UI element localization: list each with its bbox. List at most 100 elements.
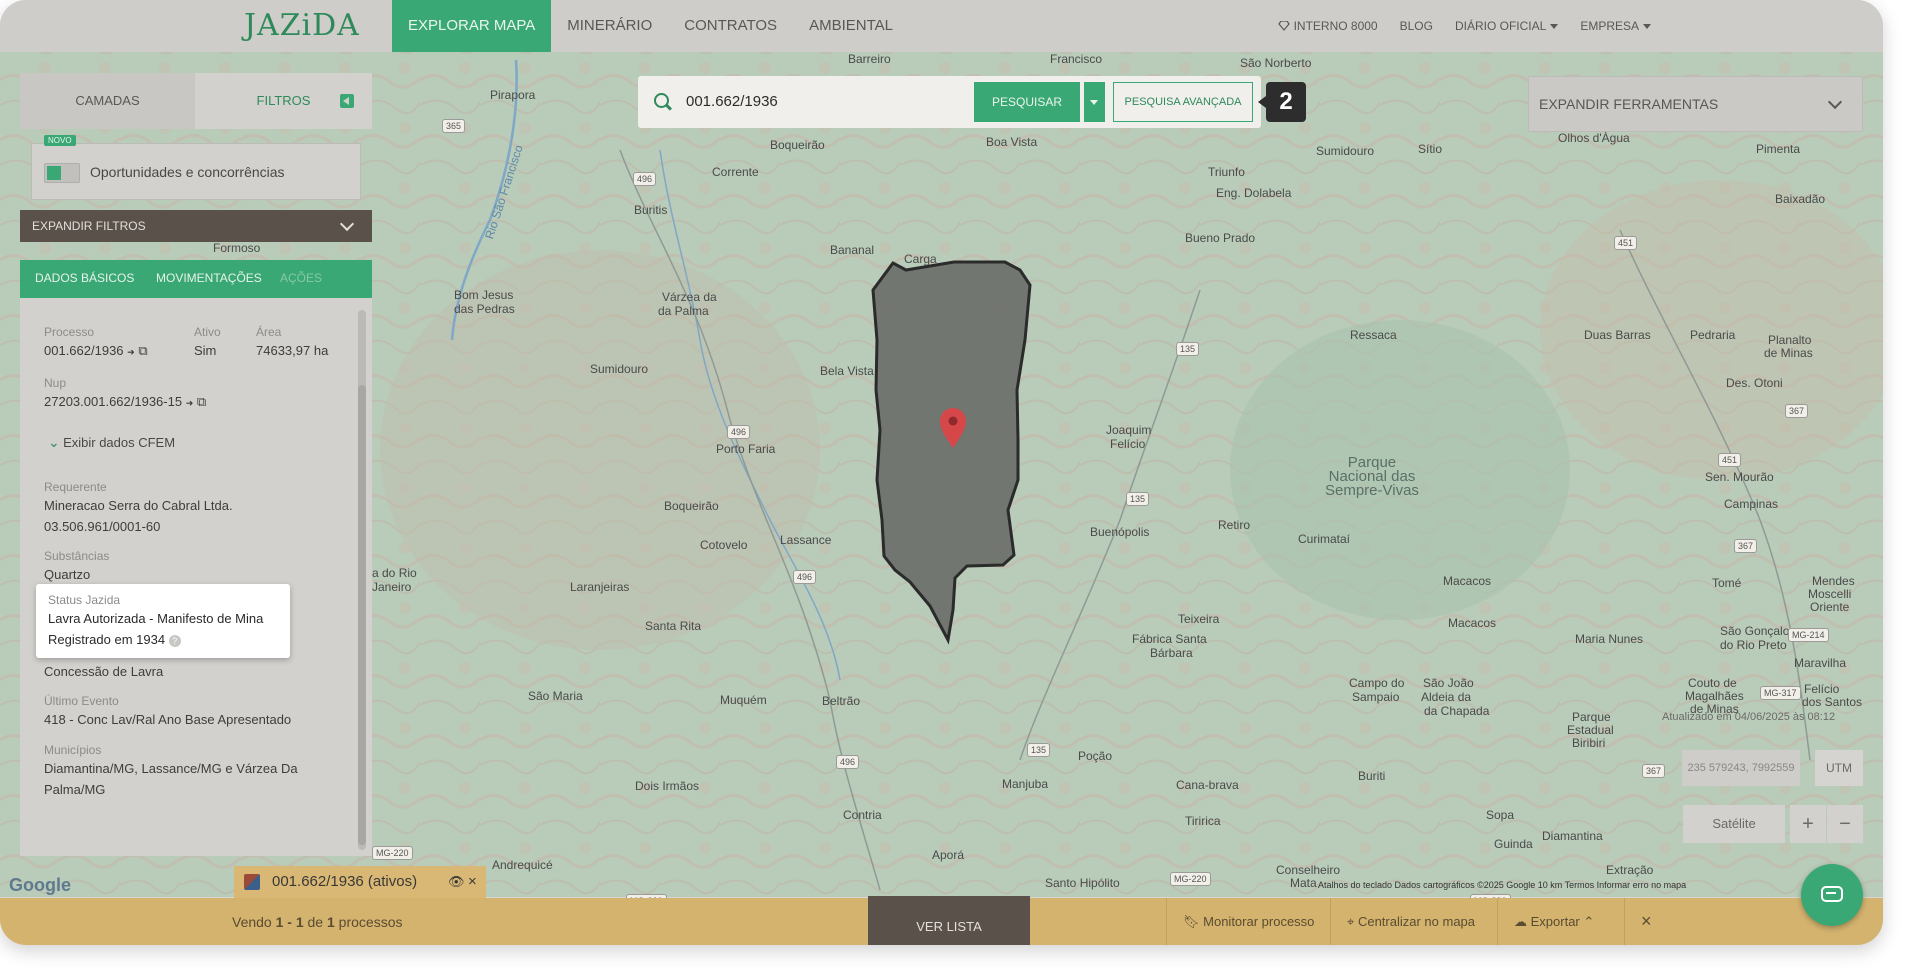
external-link-icon[interactable]: ➜	[127, 347, 135, 357]
chat-button[interactable]	[1801, 864, 1863, 926]
map-place-label: Macacos	[1448, 616, 1497, 630]
road-shield: 135	[1126, 492, 1150, 506]
map-place-label: Mendes	[1812, 574, 1855, 588]
process-details: Processo 001.662/1936 ➜ ⧉ Ativo Sim Área…	[20, 298, 372, 856]
map-attribution: Atalhos do teclado Dados cartográficos ©…	[1318, 880, 1687, 890]
map-place-label: Parque	[1572, 710, 1611, 724]
map-place-label: das Pedras	[454, 302, 515, 316]
map-place-label: Corrente	[712, 165, 759, 179]
road-shield: 135	[1176, 342, 1200, 356]
road-shield: 135	[1027, 743, 1051, 757]
monitor-process-button[interactable]: 🔖︎ Monitorar processo	[1166, 898, 1330, 945]
nav-blog[interactable]: BLOG	[1400, 19, 1433, 33]
map-place-label: Cana-brava	[1176, 778, 1239, 792]
cfem-label: Exibir dados CFEM	[63, 435, 176, 450]
expand-tools-button[interactable]: EXPANDIR FERRAMENTAS	[1528, 76, 1863, 132]
nav-empresa[interactable]: EMPRESA	[1580, 19, 1651, 33]
search-input[interactable]: 001.662/1936	[686, 93, 778, 110]
map-place-label: Ressaca	[1350, 328, 1397, 342]
map-place-label: Joaquim	[1106, 423, 1152, 437]
center-map-button[interactable]: ⌖ Centralizar no mapa	[1330, 898, 1491, 945]
utm-toggle[interactable]: UTM	[1815, 750, 1863, 786]
requerente-name: Mineracao Serra do Cabral Ltda.	[44, 498, 233, 513]
collapse-panel-icon[interactable]	[340, 94, 354, 108]
requerente-cnpj: 03.506.961/0001-60	[44, 519, 161, 534]
close-bar-button[interactable]: ×	[1624, 898, 1668, 945]
nav-explorar-mapa[interactable]: EXPLORAR MAPA	[392, 0, 552, 52]
map-place-label: da Chapada	[1424, 704, 1490, 718]
zoom-in-button[interactable]: +	[1790, 805, 1826, 843]
expand-filters-button[interactable]: EXPANDIR FILTROS	[20, 210, 372, 242]
processo-value[interactable]: 001.662/1936 ➜ ⧉	[44, 340, 148, 363]
nav-ambiental[interactable]: AMBIENTAL	[793, 0, 909, 52]
map-place-label: Fábrica Santa	[1132, 632, 1207, 646]
tab-filtros[interactable]: FILTROS	[195, 73, 372, 129]
field-nup: Nup 27203.001.662/1936-15 ➜ ⧉	[44, 375, 206, 414]
nup-label: Nup	[44, 376, 67, 390]
chevron-up-icon: ⌃	[1583, 914, 1595, 929]
tab-movimentacoes[interactable]: MOVIMENTAÇÕES	[156, 260, 262, 298]
map-place-label: Macacos	[1443, 574, 1492, 588]
map-place-label: Poção	[1078, 749, 1113, 763]
map-place-label: Bom Jesus	[454, 288, 514, 302]
help-icon[interactable]: ?	[168, 635, 181, 647]
details-scrollbar[interactable]	[358, 310, 366, 850]
map-place-label: São João	[1423, 676, 1474, 690]
interno-credits[interactable]: INTERNO 8000	[1277, 19, 1378, 33]
search-icon	[654, 93, 669, 108]
map-place-label: Bueno Prado	[1185, 231, 1256, 245]
zoom-out-button[interactable]: −	[1827, 805, 1863, 843]
close-icon[interactable]: ×	[468, 866, 477, 898]
tab-dados-basicos[interactable]: DADOS BÁSICOS	[35, 260, 135, 301]
search-options-dropdown[interactable]	[1084, 82, 1105, 122]
scrollbar-thumb[interactable]	[358, 385, 366, 845]
nav-contratos[interactable]: CONTRATOS	[668, 0, 793, 52]
nav-minerario[interactable]: MINERÁRIO	[551, 0, 668, 52]
map-place-label: Guinda	[1494, 837, 1533, 851]
road-shield: MG-317	[1760, 686, 1801, 700]
area-label: Área	[256, 325, 282, 339]
status-label: Status Jazida	[48, 593, 121, 607]
external-link-icon[interactable]: ➜	[186, 398, 194, 408]
map-place-label: São Gonçalo	[1720, 624, 1790, 638]
road-shield: 496	[633, 172, 657, 186]
field-requerente: Requerente Mineracao Serra do Cabral Ltd…	[44, 479, 233, 537]
opportunities-switch[interactable]	[44, 163, 80, 183]
tab-camadas[interactable]: CAMADAS	[20, 73, 195, 129]
logo[interactable]: JAZiDA	[244, 8, 360, 43]
road-shield: 365	[442, 119, 466, 133]
advanced-search-button[interactable]: PESQUISA AVANÇADA	[1113, 82, 1253, 122]
google-logo: Google	[9, 875, 71, 895]
copy-icon[interactable]: ⧉	[138, 343, 147, 358]
nup-value[interactable]: 27203.001.662/1936-15 ➜ ⧉	[44, 391, 206, 414]
search-button[interactable]: PESQUISAR	[974, 82, 1080, 122]
process-chip[interactable]: 001.662/1936 (ativos) 👁 ×	[234, 866, 486, 898]
export-button[interactable]: ☁ Exportar ⌃	[1497, 898, 1610, 945]
map-place-label: Carga	[904, 252, 937, 266]
tab-acoes[interactable]: AÇÕES	[280, 260, 322, 298]
eye-icon[interactable]: 👁	[448, 866, 465, 898]
ver-lista-button[interactable]: VER LISTA	[868, 896, 1030, 945]
left-panel: CAMADAS FILTROS NOVO Oportunidades e con…	[20, 73, 372, 856]
road-shield: 496	[727, 425, 751, 439]
map-place-label: Manjuba	[1002, 777, 1049, 791]
satellite-button[interactable]: Satélite	[1683, 805, 1785, 843]
municipios-value: Diamantina/MG, Lassance/MG e Várzea Da	[44, 761, 298, 776]
field-processo: Processo 001.662/1936 ➜ ⧉	[44, 324, 148, 363]
cfem-toggle[interactable]: ⌄ Exibir dados CFEM	[48, 432, 175, 453]
copy-icon[interactable]: ⧉	[197, 394, 206, 409]
map-place-label: Pedraria	[1690, 328, 1736, 342]
map-place-label: Conselheiro	[1276, 863, 1341, 877]
map-place-label: Santa Rita	[645, 619, 702, 633]
field-area: Área 74633,97 ha	[256, 324, 328, 361]
expand-tools-label: EXPANDIR FERRAMENTAS	[1539, 96, 1719, 112]
map-place-label: Eng. Dolabela	[1216, 186, 1292, 200]
processo-label: Processo	[44, 325, 95, 339]
step-badge: 2	[1258, 82, 1306, 122]
map-place-label: Curimataí	[1298, 532, 1351, 546]
map-place-label: Campinas	[1724, 497, 1779, 511]
map-place-label: Bela Vista	[820, 364, 874, 378]
map-place-label: Francisco	[1050, 52, 1103, 66]
nav-diario-oficial[interactable]: DIÁRIO OFICIAL	[1455, 19, 1559, 33]
field-substancias: Substâncias Quartzo	[44, 548, 109, 585]
